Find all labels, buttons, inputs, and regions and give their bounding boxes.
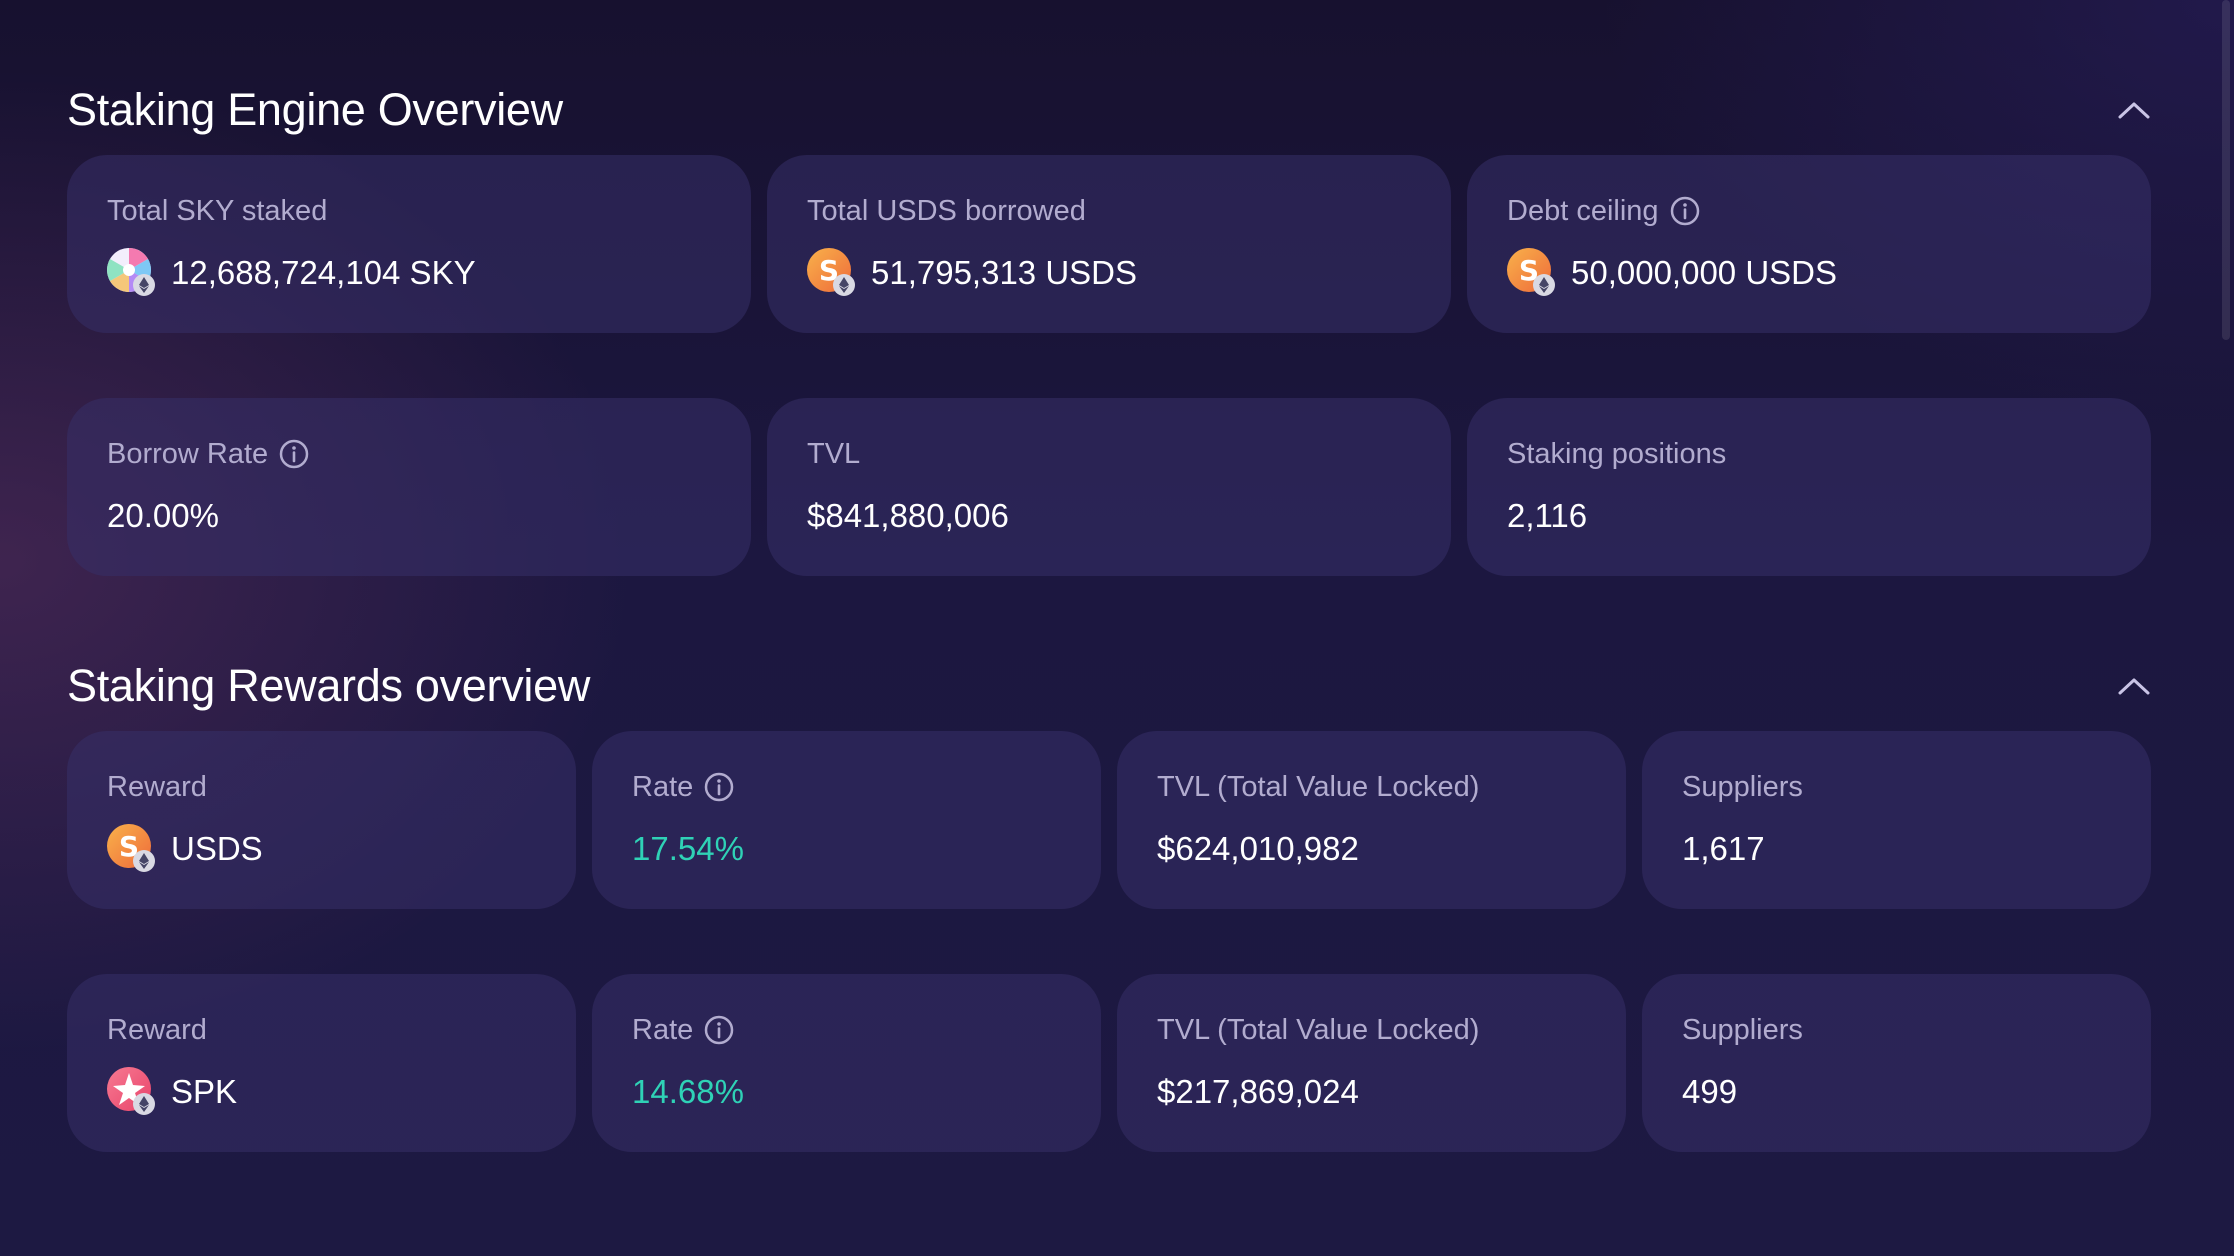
reward-token-name: USDS (171, 830, 263, 867)
usds-token-icon: S (107, 824, 157, 874)
rate-card: Rate 17.54% (592, 731, 1101, 909)
info-icon[interactable] (703, 771, 735, 803)
staking-positions-value: 2,116 (1507, 497, 1588, 534)
vertical-scrollbar[interactable] (2222, 0, 2230, 340)
info-icon[interactable] (1669, 195, 1701, 227)
borrow-rate-label: Borrow Rate (107, 437, 269, 470)
engine-overview-row-1: Total SKY staked 12,688,724,104 SKY Tota… (67, 155, 2151, 333)
total-usds-borrowed-value-row: S 51,795,313 USDS (807, 248, 1411, 298)
total-usds-borrowed-value: 51,795,313 USDS (871, 254, 1138, 291)
engine-overview-row-2: Borrow Rate 20.00% TVL $841,880,006 Stak… (67, 398, 2151, 576)
reward-card: Reward S USDS (67, 731, 576, 909)
suppliers-label: Suppliers (1682, 1013, 1803, 1046)
engine-overview-title: Staking Engine Overview (67, 84, 563, 135)
rate-label-row: Rate (632, 1012, 1061, 1048)
tvl-locked-card: TVL (Total Value Locked) $624,010,982 (1117, 731, 1626, 909)
total-usds-borrowed-card: Total USDS borrowed S 51,795,313 USDS (767, 155, 1451, 333)
usds-token-icon: S (1507, 248, 1557, 298)
borrow-rate-value: 20.00% (107, 497, 219, 534)
sky-token-icon (107, 248, 157, 298)
borrow-rate-label-row: Borrow Rate (107, 436, 711, 472)
reward-token-name: SPK (171, 1073, 238, 1110)
rewards-overview-header: Staking Rewards overview (67, 646, 2151, 726)
staking-positions-label: Staking positions (1507, 437, 1727, 470)
rewards-overview-title: Staking Rewards overview (67, 660, 591, 711)
engine-overview-header: Staking Engine Overview (67, 70, 2151, 150)
rate-value: 17.54% (632, 830, 744, 867)
total-sky-staked-label: Total SKY staked (107, 194, 328, 227)
total-usds-borrowed-label: Total USDS borrowed (807, 194, 1086, 227)
tvl-card: TVL $841,880,006 (767, 398, 1451, 576)
debt-ceiling-value: 50,000,000 USDS (1571, 254, 1838, 291)
rate-label-row: Rate (632, 769, 1061, 805)
suppliers-card: Suppliers 499 (1642, 974, 2151, 1152)
reward-card: Reward SPK (67, 974, 576, 1152)
debt-ceiling-value-row: S 50,000,000 USDS (1507, 248, 2111, 298)
tvl-locked-label: TVL (Total Value Locked) (1157, 1013, 1480, 1046)
reward-label: Reward (107, 1013, 207, 1046)
usds-token-icon: S (807, 248, 857, 298)
suppliers-value: 499 (1682, 1073, 1738, 1110)
collapse-rewards-overview-button[interactable] (2114, 666, 2154, 706)
info-icon[interactable] (278, 438, 310, 470)
collapse-engine-overview-button[interactable] (2114, 90, 2154, 130)
reward-row-spk: Reward SPK Rate 14.68% TVL (Total Value … (67, 974, 2151, 1152)
rate-value: 14.68% (632, 1073, 744, 1110)
debt-ceiling-label: Debt ceiling (1507, 194, 1659, 227)
tvl-value: $841,880,006 (807, 497, 1009, 534)
total-sky-staked-value: 12,688,724,104 SKY (171, 254, 476, 291)
suppliers-value: 1,617 (1682, 830, 1765, 867)
total-sky-staked-value-row: 12,688,724,104 SKY (107, 248, 711, 298)
staking-page: Staking Engine Overview Total SKY staked (67, 0, 2151, 1152)
tvl-locked-value: $217,869,024 (1157, 1073, 1359, 1110)
reward-row-usds: Reward S USDS Rate 17.54% TVL (Total Val… (67, 731, 2151, 909)
staking-positions-card: Staking positions 2,116 (1467, 398, 2151, 576)
debt-ceiling-label-row: Debt ceiling (1507, 193, 2111, 229)
tvl-locked-value: $624,010,982 (1157, 830, 1359, 867)
tvl-locked-label: TVL (Total Value Locked) (1157, 770, 1480, 803)
borrow-rate-card: Borrow Rate 20.00% (67, 398, 751, 576)
chevron-up-icon (2118, 678, 2150, 695)
rate-label: Rate (632, 770, 694, 803)
suppliers-label: Suppliers (1682, 770, 1803, 803)
rate-card: Rate 14.68% (592, 974, 1101, 1152)
total-sky-staked-card: Total SKY staked 12,688,724,104 SKY (67, 155, 751, 333)
reward-value-row: S USDS (107, 824, 536, 874)
suppliers-card: Suppliers 1,617 (1642, 731, 2151, 909)
chevron-up-icon (2118, 102, 2150, 119)
spk-token-icon (107, 1067, 157, 1117)
reward-label: Reward (107, 770, 207, 803)
rate-label: Rate (632, 1013, 694, 1046)
info-icon[interactable] (703, 1014, 735, 1046)
tvl-label: TVL (807, 437, 861, 470)
debt-ceiling-card: Debt ceiling S 50,000,000 USDS (1467, 155, 2151, 333)
tvl-locked-card: TVL (Total Value Locked) $217,869,024 (1117, 974, 1626, 1152)
reward-value-row: SPK (107, 1067, 536, 1117)
